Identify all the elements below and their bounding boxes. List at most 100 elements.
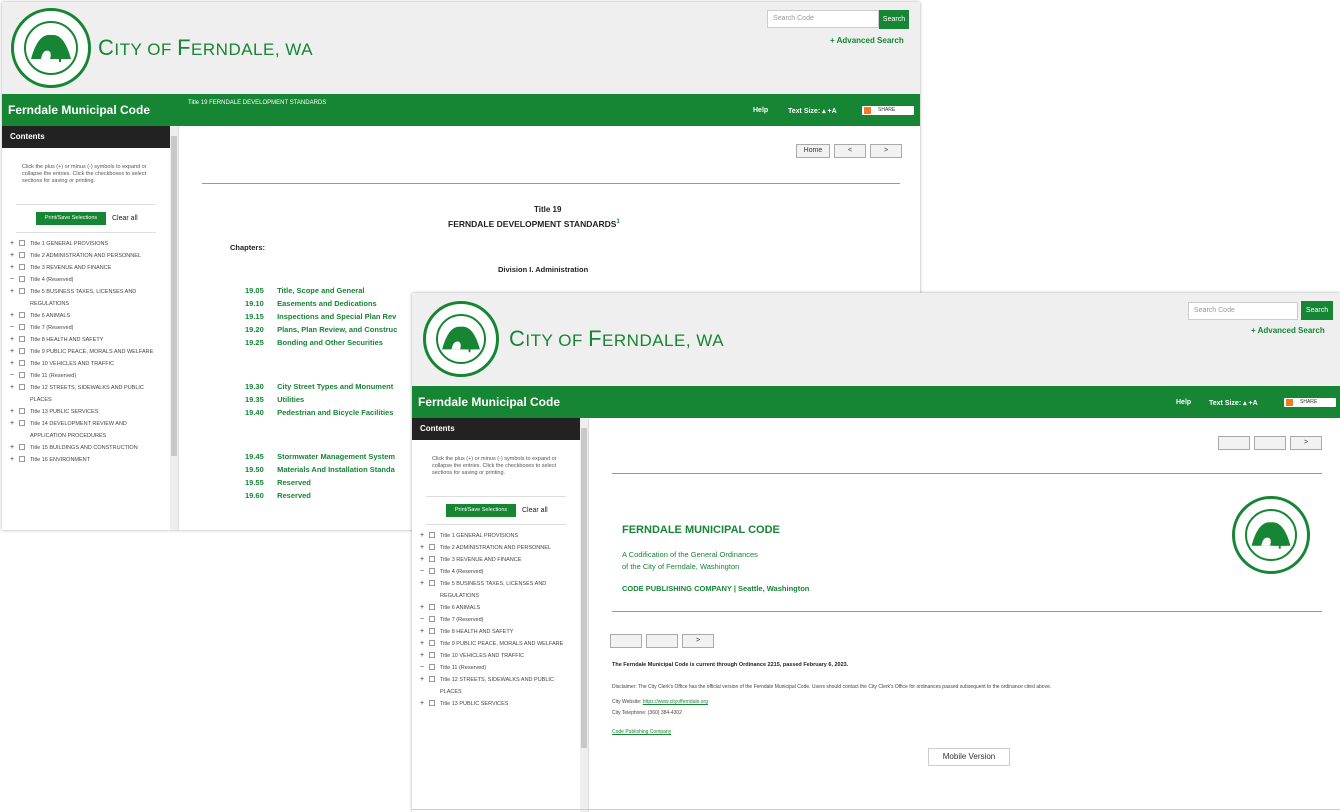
search-input[interactable]: Search Code bbox=[1188, 302, 1298, 320]
collapse-icon[interactable]: − bbox=[10, 370, 14, 382]
toc-item[interactable]: + Title 3 REVENUE AND FINANCE bbox=[10, 262, 160, 274]
expand-icon[interactable]: + bbox=[10, 406, 14, 418]
collapse-icon[interactable]: − bbox=[420, 614, 424, 626]
expand-icon[interactable]: + bbox=[10, 442, 14, 454]
toc-checkbox[interactable] bbox=[429, 568, 435, 574]
print-save-button[interactable]: Print/Save Selections bbox=[36, 212, 106, 225]
toc-item-label[interactable]: Title 2 ADMINISTRATION AND PERSONNEL bbox=[30, 253, 141, 259]
toc-checkbox[interactable] bbox=[19, 420, 25, 426]
chapter-link[interactable]: 19.35 Utilities bbox=[245, 395, 304, 404]
expand-icon[interactable]: + bbox=[10, 238, 14, 250]
mobile-version-button[interactable]: Mobile Version bbox=[928, 748, 1010, 766]
toc-item-label[interactable]: Title 10 VEHICLES AND TRAFFIC bbox=[440, 653, 524, 659]
toc-checkbox[interactable] bbox=[19, 384, 25, 390]
collapse-icon[interactable]: − bbox=[10, 274, 14, 286]
toc-item-label[interactable]: Title 11 (Reserved) bbox=[440, 665, 486, 671]
toc-item[interactable]: + Title 13 PUBLIC SERVICES bbox=[420, 698, 570, 710]
toc-item-label[interactable]: Title 16 ENVIRONMENT bbox=[30, 457, 90, 463]
expand-icon[interactable]: + bbox=[420, 626, 424, 638]
toc-item[interactable]: + Title 6 ANIMALS bbox=[420, 602, 570, 614]
toc-item[interactable]: + Title 2 ADMINISTRATION AND PERSONNEL bbox=[10, 250, 160, 262]
toc-item[interactable]: − Title 11 (Reserved) bbox=[420, 662, 570, 674]
toc-item-label[interactable]: Title 9 PUBLIC PEACE, MORALS AND WELFARE bbox=[30, 349, 153, 355]
toc-item-label[interactable]: Title 12 STREETS, SIDEWALKS AND PUBLIC P… bbox=[440, 677, 554, 695]
chapter-link[interactable]: 19.15 Inspections and Special Plan Rev bbox=[245, 312, 396, 321]
toc-checkbox[interactable] bbox=[19, 252, 25, 258]
toc-item-label[interactable]: Title 6 ANIMALS bbox=[440, 605, 480, 611]
expand-icon[interactable]: + bbox=[420, 602, 424, 614]
expand-icon[interactable]: + bbox=[420, 578, 424, 590]
collapse-icon[interactable]: − bbox=[10, 322, 14, 334]
city-seal-logo[interactable] bbox=[423, 301, 499, 377]
chapter-link[interactable]: 19.50 Materials And Installation Standa bbox=[245, 465, 395, 474]
toc-item[interactable]: − Title 11 (Reserved) bbox=[10, 370, 160, 382]
toc-checkbox[interactable] bbox=[429, 544, 435, 550]
toc-item[interactable]: + Title 1 GENERAL PROVISIONS bbox=[420, 530, 570, 542]
toc-item[interactable]: + Title 9 PUBLIC PEACE, MORALS AND WELFAR… bbox=[420, 638, 570, 650]
chapter-link[interactable]: 19.45 Stormwater Management System bbox=[245, 452, 395, 461]
toc-item[interactable]: + Title 10 VEHICLES AND TRAFFIC bbox=[10, 358, 160, 370]
toc-checkbox[interactable] bbox=[429, 556, 435, 562]
search-button[interactable]: Search bbox=[879, 10, 909, 29]
expand-icon[interactable]: + bbox=[10, 286, 14, 298]
expand-icon[interactable]: + bbox=[10, 334, 14, 346]
toc-item-label[interactable]: Title 6 ANIMALS bbox=[30, 313, 70, 319]
toc-item-label[interactable]: Title 7 (Reserved) bbox=[440, 617, 484, 623]
city-website-link[interactable]: https://www.cityofferndale.org bbox=[643, 699, 708, 705]
chapter-link[interactable]: 19.60 Reserved bbox=[245, 491, 311, 500]
toc-checkbox[interactable] bbox=[429, 640, 435, 646]
toc-checkbox[interactable] bbox=[429, 580, 435, 586]
share-button[interactable]: SHARE bbox=[862, 106, 914, 115]
toc-item-label[interactable]: Title 5 BUSINESS TAXES, LICENSES AND REG… bbox=[440, 581, 546, 599]
city-seal-logo[interactable] bbox=[11, 8, 91, 88]
toc-checkbox[interactable] bbox=[19, 444, 25, 450]
toc-item-label[interactable]: Title 3 REVENUE AND FINANCE bbox=[30, 265, 111, 271]
expand-icon[interactable]: + bbox=[10, 418, 14, 430]
brand-link[interactable]: Ferndale Municipal Code bbox=[418, 395, 560, 409]
toc-item[interactable]: + Title 1 GENERAL PROVISIONS bbox=[10, 238, 160, 250]
toc-item[interactable]: − Title 4 (Reserved) bbox=[10, 274, 160, 286]
help-link[interactable]: Help bbox=[753, 107, 768, 114]
expand-icon[interactable]: + bbox=[10, 262, 14, 274]
chapter-link[interactable]: 19.10 Easements and Dedications bbox=[245, 299, 377, 308]
print-save-button[interactable]: Print/Save Selections bbox=[446, 504, 516, 517]
toc-item-label[interactable]: Title 4 (Reserved) bbox=[30, 277, 74, 283]
prev-button[interactable]: < bbox=[834, 144, 866, 158]
share-button[interactable]: SHARE bbox=[1284, 398, 1336, 407]
toc-checkbox[interactable] bbox=[19, 324, 25, 330]
collapse-icon[interactable]: − bbox=[420, 662, 424, 674]
toc-item-label[interactable]: Title 10 VEHICLES AND TRAFFIC bbox=[30, 361, 114, 367]
toc-item[interactable]: − Title 4 (Reserved) bbox=[420, 566, 570, 578]
toc-checkbox[interactable] bbox=[429, 676, 435, 682]
toc-item[interactable]: + Title 12 STREETS, SIDEWALKS AND PUBLIC … bbox=[10, 382, 160, 406]
toc-item[interactable]: + Title 3 REVENUE AND FINANCE bbox=[420, 554, 570, 566]
chapter-link[interactable]: 19.40 Pedestrian and Bicycle Facilities bbox=[245, 408, 393, 417]
toc-item[interactable]: + Title 8 HEALTH AND SAFETY bbox=[420, 626, 570, 638]
toc-checkbox[interactable] bbox=[429, 628, 435, 634]
text-size-control[interactable]: Text Size: ▴ +A bbox=[1209, 399, 1258, 407]
toc-item[interactable]: − Title 7 (Reserved) bbox=[10, 322, 160, 334]
toc-item-label[interactable]: Title 13 PUBLIC SERVICES bbox=[30, 409, 98, 415]
expand-icon[interactable]: + bbox=[10, 310, 14, 322]
toc-item-label[interactable]: Title 14 DEVELOPMENT REVIEW AND APPLICAT… bbox=[30, 421, 127, 439]
toc-item-label[interactable]: Title 8 HEALTH AND SAFETY bbox=[30, 337, 103, 343]
sidebar-scrollbar[interactable] bbox=[170, 126, 178, 530]
toc-item[interactable]: + Title 5 BUSINESS TAXES, LICENSES AND RE… bbox=[420, 578, 570, 602]
expand-icon[interactable]: + bbox=[420, 542, 424, 554]
breadcrumb[interactable]: Title 19 FERNDALE DEVELOPMENT STANDARDS bbox=[188, 100, 326, 106]
expand-icon[interactable]: + bbox=[420, 554, 424, 566]
search-button[interactable]: Search bbox=[1301, 301, 1333, 320]
toc-checkbox[interactable] bbox=[429, 604, 435, 610]
next-button[interactable]: > bbox=[682, 634, 714, 648]
toc-item-label[interactable]: Title 4 (Reserved) bbox=[440, 569, 484, 575]
sidebar-scrollbar[interactable] bbox=[580, 418, 588, 812]
footnote-link[interactable]: 1 bbox=[616, 219, 619, 225]
text-size-control[interactable]: Text Size: ▴ +A bbox=[788, 107, 837, 115]
toc-checkbox[interactable] bbox=[429, 664, 435, 670]
expand-icon[interactable]: + bbox=[10, 454, 14, 466]
toc-item[interactable]: − Title 7 (Reserved) bbox=[420, 614, 570, 626]
toc-checkbox[interactable] bbox=[19, 264, 25, 270]
toc-item-label[interactable]: Title 11 (Reserved) bbox=[30, 373, 76, 379]
toc-item[interactable]: + Title 14 DEVELOPMENT REVIEW AND APPLICA… bbox=[10, 418, 160, 442]
toc-item-label[interactable]: Title 8 HEALTH AND SAFETY bbox=[440, 629, 513, 635]
